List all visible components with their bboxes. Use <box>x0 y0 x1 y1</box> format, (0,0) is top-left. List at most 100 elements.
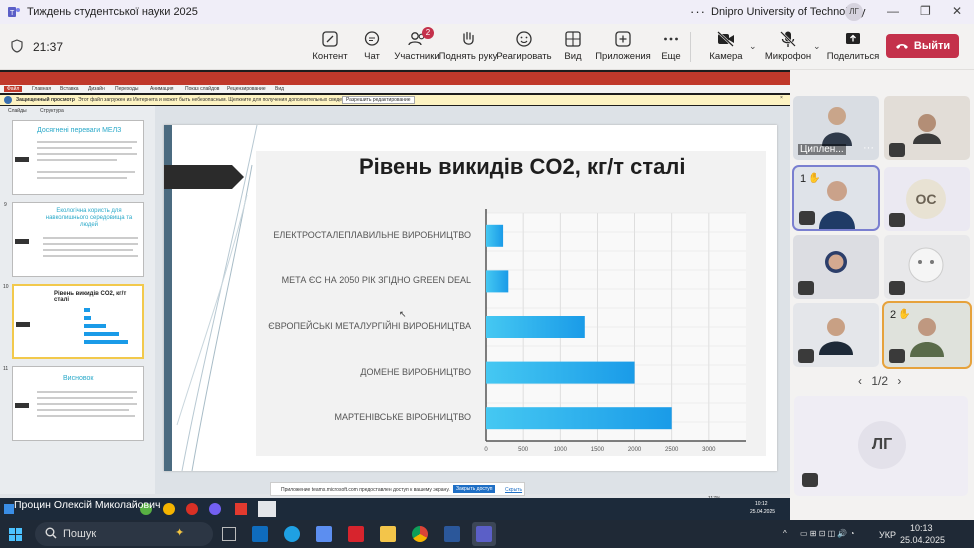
participant-tile-speaking[interactable]: 2 ✋ <box>882 301 972 369</box>
participant-tile[interactable]: Циплен... ··· <box>793 96 879 160</box>
organization-name[interactable]: Dnipro University of Technology <box>711 6 865 18</box>
teams-logo-icon: T <box>8 6 20 18</box>
screen-sharing-notice: Приложение teams.microsoft.com предостав… <box>270 482 525 496</box>
store-icon[interactable] <box>316 526 332 542</box>
participant-tile[interactable] <box>884 235 970 299</box>
pager-next-icon[interactable]: › <box>897 374 901 388</box>
leave-button[interactable]: Выйти <box>886 34 959 58</box>
participant-video <box>910 318 944 357</box>
thumbnail-text-line <box>37 415 135 417</box>
restore-button[interactable]: ❐ <box>920 4 931 18</box>
hide-notice-link[interactable]: Скрыть <box>505 487 522 493</box>
more-options-button[interactable]: ··· <box>690 4 706 19</box>
participant-video <box>822 107 852 146</box>
edge-icon[interactable] <box>284 526 300 542</box>
thumbnail-bar <box>84 324 106 328</box>
taskbar-clock-date[interactable]: 25.04.2025 <box>900 535 945 545</box>
slides-panel: Слайды Структура Досягнені переваги МЕЛЗ… <box>0 106 155 504</box>
participant-tile-active[interactable]: 1 ✋ <box>792 165 880 231</box>
react-button[interactable]: Реагировать <box>496 30 552 62</box>
minimize-button[interactable]: — <box>887 4 899 18</box>
view-label: Вид <box>564 51 582 62</box>
thumbnail-text-line <box>43 237 138 239</box>
participant-video <box>825 251 847 273</box>
ppt-tab-home[interactable]: Главная <box>32 86 51 92</box>
microphone-button[interactable]: Микрофон <box>758 30 818 62</box>
tray-icons[interactable]: ▭ ⊞ ⊡ ◫ 🔊 ◔ <box>800 529 854 538</box>
share-icon <box>846 33 860 44</box>
self-initials: ЛГ <box>858 421 906 469</box>
taskbar-clock-time[interactable]: 10:13 <box>910 523 933 533</box>
gallery-pager: ‹ 1/2 › <box>858 374 901 388</box>
stop-sharing-button[interactable]: Закрыть доступ <box>453 485 496 493</box>
pager-position: 1/2 <box>871 374 889 388</box>
raise-hand-button[interactable]: Поднять руку <box>438 30 498 62</box>
chrome-icon[interactable] <box>412 526 428 542</box>
ppt-tab-file[interactable]: Файл <box>4 86 23 92</box>
thumbnail-arrow <box>15 157 29 162</box>
thumbnail-bar <box>84 308 90 312</box>
slide-thumbnail[interactable]: Екологічна користь для навколишнього сер… <box>12 202 144 277</box>
participant-tile[interactable] <box>884 96 970 160</box>
ppt-tab-animation[interactable]: Анимация <box>150 86 173 92</box>
slide-editor: Рівень викидів CO2, кг/т сталі 0 500 1000 1… <box>155 106 790 504</box>
ppt-tab-slideshow[interactable]: Показ слайдов <box>185 86 219 92</box>
thumbnail-text-line <box>37 147 132 149</box>
keyboard-language[interactable]: УКР <box>879 530 896 540</box>
microphone-options-chevron-icon[interactable]: ⌄ <box>813 41 821 52</box>
outlook-icon[interactable] <box>252 526 268 542</box>
mic-off-icon <box>798 349 814 363</box>
participant-tile[interactable]: ОС <box>884 167 970 231</box>
category-label: МЕТА ЄС НА 2050 РІК ЗГІДНО GREEN DEAL <box>281 275 471 286</box>
category-label: ДОМЕНЕ ВИРОБНИЦТВО <box>360 366 471 377</box>
self-view-tile[interactable]: ЛГ <box>794 396 968 496</box>
shared-clock-date: 25.04.2025 <box>750 509 776 515</box>
participant-tile[interactable] <box>793 235 879 299</box>
close-icon[interactable]: × <box>780 95 783 101</box>
ppt-tab-design[interactable]: Дизайн <box>88 86 105 92</box>
meeting-timer: 21:37 <box>33 40 64 54</box>
panel-tab-outline[interactable]: Структура <box>40 108 64 114</box>
thumbnail-text-line <box>37 177 127 179</box>
share-button[interactable]: Поделиться <box>822 30 884 62</box>
camera-options-chevron-icon[interactable]: ⌄ <box>749 41 757 52</box>
window-titlebar: T Тиждень студентської науки 2025 ··· Dn… <box>0 0 974 24</box>
word-icon[interactable] <box>444 526 460 542</box>
chevron-up-icon[interactable]: ^ <box>783 529 787 538</box>
panel-tab-slides[interactable]: Слайды <box>8 108 27 114</box>
slide-thumbnail[interactable]: Досягнені переваги МЕЛЗ <box>12 120 144 195</box>
participant-tile[interactable] <box>793 303 879 367</box>
meeting-toolbar: 21:37 Контент Чат 2 Участники Поднять ру… <box>0 24 974 70</box>
close-button[interactable]: ✕ <box>952 4 962 18</box>
category-label: ЄВРОПЕЙСЬКІ МЕТАЛУРГІЙНІ ВИРОБНИЦТВА <box>268 321 471 331</box>
ppt-tab-insert[interactable]: Вставка <box>60 86 79 92</box>
thumbnail-text-line <box>37 403 137 405</box>
taskbar-search-box[interactable]: Пошук ✦ <box>35 522 213 546</box>
slide-thumbnail[interactable]: Висновок <box>12 366 144 441</box>
slide-thumbnail-selected[interactable]: Рівень викидів CO2, кг/т сталі <box>12 284 144 359</box>
pager-prev-icon[interactable]: ‹ <box>858 374 862 388</box>
thumbnail-text-line <box>43 243 138 245</box>
thumbnail-text-line <box>37 171 135 173</box>
view-button[interactable]: Вид <box>545 30 601 62</box>
ppt-tab-view[interactable]: Вид <box>275 86 284 92</box>
ppt-tab-transitions[interactable]: Переходы <box>115 86 138 92</box>
camera-button[interactable]: Камера <box>698 30 754 62</box>
enable-editing-button[interactable]: Разрешить редактирование <box>342 96 415 104</box>
react-icon <box>516 31 532 47</box>
file-explorer-icon[interactable] <box>380 526 396 542</box>
participant-video <box>908 247 944 283</box>
thumbnail-arrow <box>15 403 29 408</box>
apps-icon <box>615 31 631 47</box>
search-icon <box>45 527 57 542</box>
windows-start-icon[interactable] <box>9 528 22 541</box>
teams-taskbar-button[interactable] <box>472 522 496 546</box>
acrobat-icon[interactable] <box>348 526 364 542</box>
ppt-tab-review[interactable]: Рецензирование <box>227 86 266 92</box>
mic-off-icon <box>802 473 818 487</box>
participant-more-icon[interactable]: ··· <box>863 142 874 154</box>
account-avatar[interactable]: ЛГ <box>845 3 863 21</box>
protected-view-title: Защищенный просмотр <box>16 97 75 103</box>
task-view-icon[interactable] <box>222 527 236 541</box>
app-icon-active <box>258 501 276 517</box>
